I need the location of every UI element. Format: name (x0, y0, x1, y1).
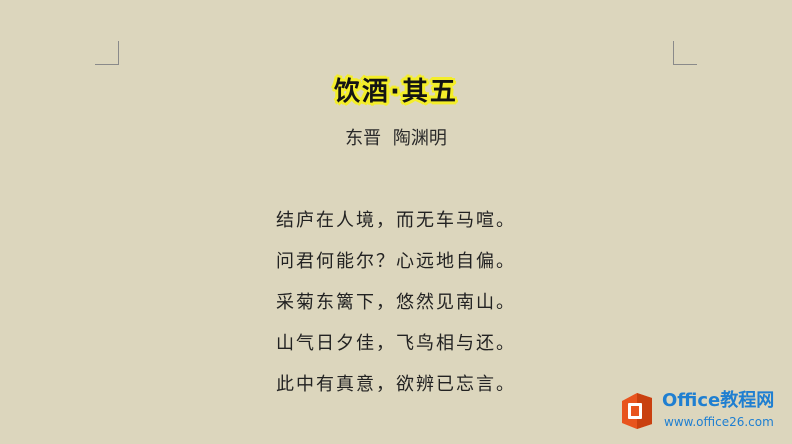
title-container: 饮酒·其五 (0, 72, 792, 112)
document-page: 饮酒·其五 东晋 陶渊明 结庐在人境，而无车马喧。 问君何能尔？心远地自偏。 采… (0, 0, 792, 444)
poem-body: 结庐在人境，而无车马喧。 问君何能尔？心远地自偏。 采菊东篱下，悠然见南山。 山… (0, 200, 792, 405)
poem-author: 东晋 陶渊明 (345, 128, 447, 149)
top-left-margin-mark (95, 41, 119, 65)
top-right-margin-mark (673, 41, 697, 65)
poem-line: 结庐在人境，而无车马喧。 (276, 210, 516, 231)
poem-line: 采菊东篱下，悠然见南山。 (276, 292, 516, 313)
site-watermark: Office教程网 www.office26.com (616, 386, 786, 438)
office-logo-icon (622, 393, 652, 429)
poem-line: 问君何能尔？心远地自偏。 (276, 251, 516, 272)
watermark-name: Office教程网 (662, 390, 775, 411)
poem-line: 山气日夕佳，飞鸟相与还。 (276, 333, 516, 354)
watermark-url: www.office26.com (664, 415, 774, 429)
poem-title: 饮酒·其五 (334, 77, 458, 107)
